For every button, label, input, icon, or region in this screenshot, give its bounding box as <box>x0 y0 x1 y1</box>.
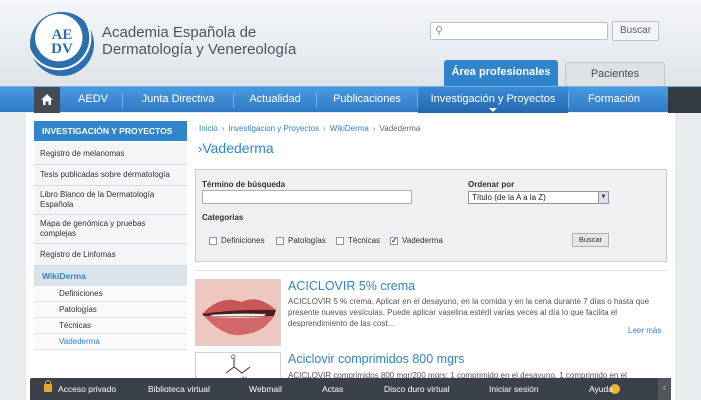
sidebar-heading: INVESTIGACIÓN Y PROYECTOS <box>34 121 187 141</box>
main-nav: AEDV Junta Directiva Actualidad Publicac… <box>0 86 701 113</box>
nav-end-cap <box>668 87 701 113</box>
categories-label: Categorias <box>202 213 244 222</box>
search-input[interactable]: ⚲ <box>430 22 608 40</box>
site-title-line2: Dermatología y Venereología <box>102 41 297 58</box>
logo-letters: AE DV <box>51 27 73 57</box>
tab-area-profesionales[interactable]: Área profesionales <box>444 60 558 87</box>
breadcrumb-inicio[interactable]: Inicio <box>199 124 218 133</box>
lock-icon <box>44 380 52 392</box>
order-by-label: Ordenar por <box>468 180 515 189</box>
breadcrumb-separator: › <box>372 124 376 133</box>
tab-pacientes[interactable]: Pacientes <box>565 62 665 87</box>
checkbox-definiciones[interactable] <box>209 237 217 245</box>
bottom-toolbar: Acceso privado Biblioteca virtual Webmai… <box>30 378 671 400</box>
bottom-disco-duro[interactable]: Disco duro virtual <box>384 378 450 400</box>
nav-item-actualidad[interactable]: Actualidad <box>234 87 316 113</box>
order-by-select[interactable]: Título (de la A a la Z) ▼ <box>468 191 609 204</box>
checkbox-label-vadederma: Vadederma <box>402 236 443 245</box>
breadcrumb-investigacion[interactable]: Investigacion y Proyectos <box>228 124 319 133</box>
active-caret-icon <box>489 108 497 112</box>
nav-item-publicaciones[interactable]: Publicaciones <box>317 87 417 113</box>
lips-image <box>196 280 280 345</box>
article-title-aciclovir-crema[interactable]: ACICLOVIR 5% crema <box>288 279 415 293</box>
breadcrumb-wikiderma[interactable]: WikiDerma <box>330 124 369 133</box>
order-by-value: Título (de la A a la Z) <box>472 193 546 202</box>
page-title: ›Vadederma <box>198 140 274 156</box>
nav-item-investigacion-label: Investigación y Proyectos <box>430 93 556 105</box>
aedv-logo[interactable]: AE DV <box>30 12 94 76</box>
checkbox-label-patologias: Patologías <box>288 236 326 245</box>
bottom-webmail[interactable]: Webmail <box>249 378 282 400</box>
sidebar-item-tesis[interactable]: Tesis publicadas sobre dermatología <box>34 165 187 186</box>
sidebar-subitem-vadederma[interactable]: Vadederma <box>34 334 187 350</box>
filter-search-button[interactable]: Buscar <box>572 233 609 247</box>
article-thumbnail-lips[interactable] <box>195 279 281 346</box>
sidebar-subitem-definiciones[interactable]: Definiciones <box>34 286 187 302</box>
results-divider <box>195 270 667 271</box>
bottom-ayuda[interactable]: Ayuda <box>589 378 613 400</box>
checkbox-patologias[interactable] <box>276 237 284 245</box>
sidebar-item-registro-linfomas[interactable]: Registro de Linfomas <box>34 244 187 266</box>
sidebar-subitem-tecnicas[interactable]: Técnicas <box>34 318 187 334</box>
bottom-biblioteca-virtual[interactable]: Biblioteca virtual <box>148 378 210 400</box>
search-icon: ⚲ <box>435 25 444 37</box>
sidebar-subitem-patologias[interactable]: Patologías <box>34 302 187 318</box>
checkbox-tecnicas[interactable] <box>336 237 344 245</box>
search-term-input[interactable] <box>202 190 412 204</box>
checkbox-label-definiciones: Definiciones <box>221 236 265 245</box>
checkmark-icon: ✓ <box>391 236 398 245</box>
checkbox-vadederma[interactable]: ✓ <box>390 237 398 245</box>
nav-home-button[interactable] <box>34 87 60 113</box>
nav-item-investigacion[interactable]: Investigación y Proyectos <box>418 87 568 113</box>
site-header: AE DV Academia Española de Dermatología … <box>0 0 701 87</box>
bottom-actas[interactable]: Actas <box>322 378 343 400</box>
search-button[interactable]: Buscar <box>612 21 659 41</box>
bottom-iniciar-sesion[interactable]: Iniciar sesión <box>489 378 539 400</box>
sidebar-item-wikiderma[interactable]: WikiDerma <box>34 266 187 286</box>
article-summary: ACICLOVIR 5 % crema. Aplicar en el desay… <box>288 297 650 328</box>
svg-text:O: O <box>231 355 236 361</box>
home-icon <box>41 94 53 105</box>
nav-item-junta-directiva[interactable]: Junta Directiva <box>123 87 233 113</box>
nav-item-aedv[interactable]: AEDV <box>64 87 122 113</box>
search-term-label: Término de búsqueda <box>202 180 286 189</box>
sidebar-item-mapa-genomica[interactable]: Mapa de genómica y pruebas complejas <box>34 215 187 244</box>
page-title-text: Vadederma <box>202 140 274 156</box>
nav-item-formacion[interactable]: Formación <box>569 87 659 113</box>
read-more-link[interactable]: Leer más <box>628 326 661 335</box>
breadcrumb: Inicio › Investigacion y Proyectos › WikiDer… <box>199 124 420 133</box>
breadcrumb-separator: › <box>221 124 225 133</box>
sidebar-item-registro-melanomas[interactable]: Registro de melanomas <box>34 143 187 165</box>
article-title-aciclovir-comprimidos[interactable]: Aciclovir comprimidos 800 mgrs <box>288 352 464 366</box>
checkbox-label-tecnicas: Técnicas <box>348 236 381 245</box>
dropdown-arrow-icon: ▼ <box>598 192 608 203</box>
breadcrumb-current: Vadederma <box>379 124 421 133</box>
site-title-line1: Academia Española de <box>102 24 257 41</box>
bottom-acceso-privado[interactable]: Acceso privado <box>58 378 116 400</box>
breadcrumb-separator: › <box>323 124 326 133</box>
chevron-left-icon[interactable]: ‹ <box>658 378 671 400</box>
sidebar-item-libro-blanco[interactable]: Libro Blanco de la Dermatología Española <box>34 186 187 215</box>
